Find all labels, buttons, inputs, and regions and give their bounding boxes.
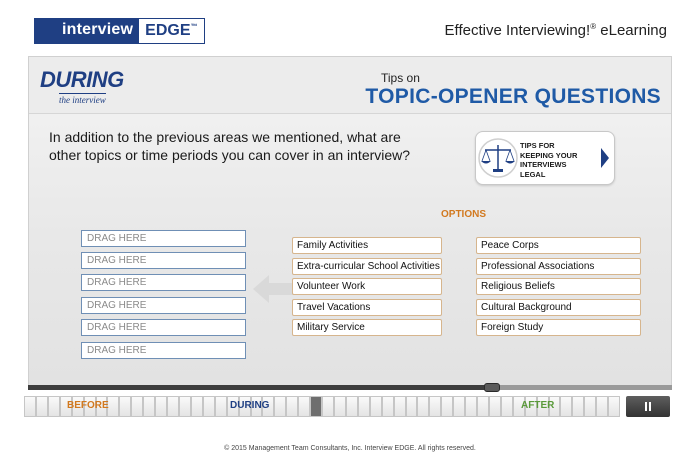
timeline-tick[interactable] [596,396,609,417]
timeline-tick[interactable] [190,396,203,417]
timeline-tick[interactable] [441,396,454,417]
timeline-tick[interactable] [47,396,60,417]
chevron-right-icon [601,148,609,168]
timeline-after-label[interactable]: AFTER [521,400,554,411]
app-title: Effective Interviewing!® eLearning [445,22,667,39]
option-travel-vacations[interactable]: Travel Vacations [292,299,442,316]
timeline-tick[interactable] [453,396,466,417]
timeline-tick[interactable] [167,396,179,417]
timeline-tick[interactable] [333,396,346,417]
timeline-before-label[interactable]: BEFORE [67,400,109,411]
timeline-tick[interactable] [119,396,132,417]
timeline-tick[interactable] [429,396,442,417]
progress-handle[interactable] [483,383,500,392]
tips-legal-button[interactable]: TIPS FOR KEEPING YOUR INTERVIEWS LEGAL [475,131,615,185]
option-peace-corps[interactable]: Peace Corps [476,237,641,254]
app-title-main: Effective Interviewing! [444,22,591,39]
timeline-tick[interactable] [298,396,311,417]
timeline-tick[interactable] [608,396,621,417]
timeline-tick[interactable] [286,396,299,417]
pause-icon-bar-2 [649,402,651,411]
timeline-tick[interactable] [405,396,418,417]
tips-on-label: Tips on [381,71,420,85]
timeline-tick[interactable] [369,396,382,417]
logo-edge-text: EDGE [145,22,191,39]
footer-copyright: © 2015 Management Team Consultants, Inc.… [224,445,476,452]
timeline-tick[interactable] [357,396,370,417]
timeline-tick[interactable] [381,396,394,417]
timeline-tick[interactable] [107,396,120,417]
option-cultural-background[interactable]: Cultural Background [476,299,641,316]
interview-edge-logo: interview EDGE™ [34,18,205,44]
timeline-tick[interactable] [24,396,36,417]
tips-line-1: TIPS FOR [520,141,555,150]
timeline-tick[interactable] [477,396,489,417]
scales-icon [478,138,518,178]
timeline-tick[interactable] [35,396,48,417]
timeline-tick[interactable] [500,396,513,417]
logo-interview-text: interview [34,18,140,44]
timeline-tick[interactable] [345,396,358,417]
section-word: DURING [40,67,124,92]
logo-tm: ™ [190,23,198,31]
timeline-tick[interactable] [131,396,144,417]
drop-slot-4[interactable]: DRAG HERE [81,297,246,314]
timeline-tick[interactable] [310,396,323,417]
option-religious-beliefs[interactable]: Religious Beliefs [476,278,641,295]
timeline-during-label[interactable]: DURING [230,400,269,411]
progress-bar[interactable] [28,383,672,392]
arrow-left-icon [253,275,295,303]
drop-slot-2[interactable]: DRAG HERE [81,252,246,269]
timeline-tick[interactable] [322,396,334,417]
option-foreign-study[interactable]: Foreign Study [476,319,641,336]
tips-line-3: INTERVIEWS [520,160,567,169]
tips-button-text: TIPS FOR KEEPING YOUR INTERVIEWS LEGAL [520,141,600,179]
timeline-tick[interactable] [202,396,215,417]
page-title: TOPIC-OPENER QUESTIONS [365,85,661,108]
timeline-tick[interactable] [584,396,597,417]
question-text: In addition to the previous areas we men… [49,129,411,163]
drop-slot-5[interactable]: DRAG HERE [81,319,246,336]
tips-line-2: KEEPING YOUR [520,150,578,160]
timeline-tick[interactable] [214,396,227,417]
timeline-tick[interactable] [155,396,168,417]
content-frame: DURING the interview Tips on TOPIC-OPENE… [28,56,672,386]
section-subtitle: the interview [59,93,106,105]
drop-slot-1[interactable]: DRAG HERE [81,230,246,247]
timeline-tick[interactable] [178,396,191,417]
timeline-tick[interactable] [488,396,501,417]
option-extracurricular[interactable]: Extra-curricular School Activities [292,258,442,275]
timeline-tick[interactable] [274,396,287,417]
app-title-suffix: eLearning [596,22,667,39]
logo-edge-block: EDGE™ [139,18,205,44]
drop-slot-3[interactable]: DRAG HERE [81,274,246,291]
timeline-tick[interactable] [465,396,478,417]
option-volunteer-work[interactable]: Volunteer Work [292,278,442,295]
options-label: OPTIONS [441,209,487,220]
option-family-activities[interactable]: Family Activities [292,237,442,254]
timeline-tick[interactable] [572,396,585,417]
timeline-tick[interactable] [560,396,573,417]
option-military-service[interactable]: Military Service [292,319,442,336]
pause-button[interactable] [626,396,670,417]
timeline-tick[interactable] [417,396,430,417]
header: interview EDGE™ Effective Interviewing!®… [0,0,700,50]
option-professional-associations[interactable]: Professional Associations [476,258,641,275]
drop-slot-6[interactable]: DRAG HERE [81,342,246,359]
timeline-tick[interactable] [143,396,156,417]
timeline-tick[interactable] [393,396,406,417]
progress-fill [28,385,492,390]
title-band: DURING the interview Tips on TOPIC-OPENE… [29,57,671,114]
tips-line-4: LEGAL [520,169,546,179]
pause-icon-bar-1 [645,402,647,411]
